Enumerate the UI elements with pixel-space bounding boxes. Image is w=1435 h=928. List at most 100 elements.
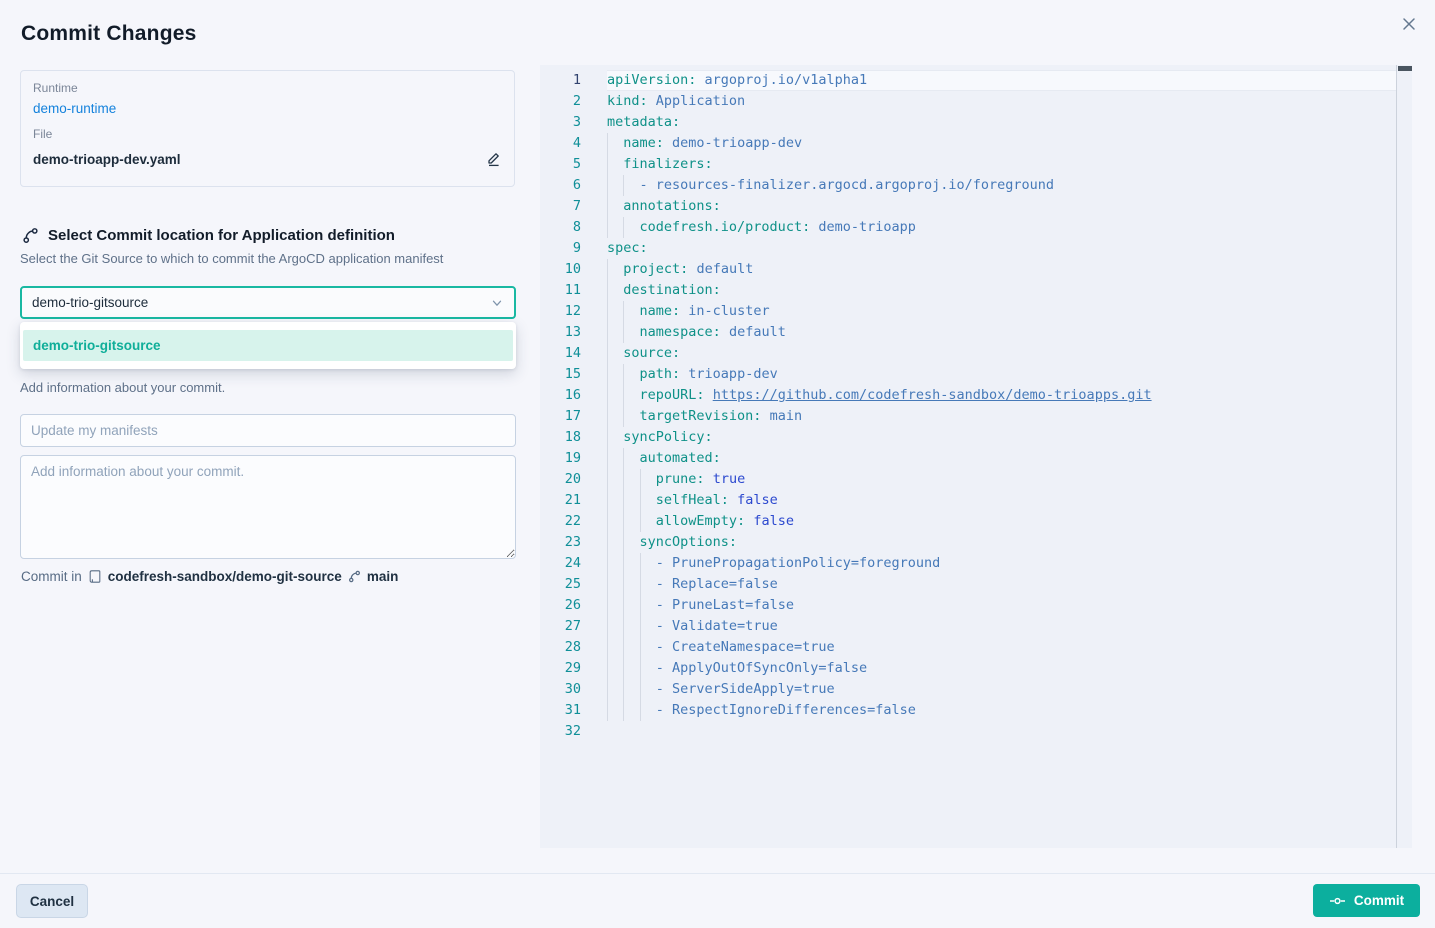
code-line[interactable]: 29 - ApplyOutOfSyncOnly=false [540,658,1396,679]
commit-in-row: Commit in codefresh-sandbox/demo-git-sou… [21,569,398,584]
line-number: 9 [540,238,581,259]
code-line[interactable]: 10 project: default [540,259,1396,280]
line-content: syncPolicy: [607,427,1396,448]
code-line[interactable]: 14 source: [540,343,1396,364]
code-line[interactable]: 28 - CreateNamespace=true [540,637,1396,658]
line-number: 12 [540,301,581,322]
code-line[interactable]: 13 namespace: default [540,322,1396,343]
git-source-select[interactable]: demo-trio-gitsource [20,286,516,319]
line-content: allowEmpty: false [607,511,1396,532]
git-source-option[interactable]: demo-trio-gitsource [23,330,513,361]
line-content: annotations: [607,196,1396,217]
line-content: destination: [607,280,1396,301]
commit-button[interactable]: Commit [1313,884,1420,917]
line-content: name: demo-trioapp-dev [607,133,1396,154]
line-number: 30 [540,679,581,700]
code-line[interactable]: 20 prune: true [540,469,1396,490]
git-source-dropdown: demo-trio-gitsource [20,322,516,369]
code-line[interactable]: 2 kind: Application [540,91,1396,112]
commit-location-heading: Select Commit location for Application d… [22,227,395,244]
line-content: spec: [607,238,1396,259]
line-content: - PrunePropagationPolicy=foreground [607,553,1396,574]
code-line[interactable]: 9 spec: [540,238,1396,259]
file-label: File [33,127,502,142]
file-name: demo-trioapp-dev.yaml [33,152,181,167]
line-number: 20 [540,469,581,490]
code-line[interactable]: 15 path: trioapp-dev [540,364,1396,385]
line-number: 5 [540,154,581,175]
line-number: 2 [540,91,581,112]
line-content: codefresh.io/product: demo-trioapp [607,217,1396,238]
line-content: - Replace=false [607,574,1396,595]
line-content: syncOptions: [607,532,1396,553]
code-line[interactable]: 11 destination: [540,280,1396,301]
yaml-editor[interactable]: 1 apiVersion: argoproj.io/v1alpha1 2 kind: … [540,65,1412,848]
line-content: namespace: default [607,322,1396,343]
code-line[interactable]: 4 name: demo-trioapp-dev [540,133,1396,154]
commit-location-description: Select the Git Source to which to commit… [20,251,443,266]
git-commit-icon [1329,893,1346,909]
line-number: 4 [540,133,581,154]
code-line[interactable]: 1 apiVersion: argoproj.io/v1alpha1 [540,70,1396,91]
line-content: - Validate=true [607,616,1396,637]
line-number: 25 [540,574,581,595]
git-branch-icon [348,570,361,583]
commit-in-repo: codefresh-sandbox/demo-git-source [108,569,342,584]
line-content: automated: [607,448,1396,469]
commit-in-branch: main [367,569,399,584]
code-line[interactable]: 16 repoURL: https://github.com/codefresh… [540,385,1396,406]
line-content: - PruneLast=false [607,595,1396,616]
line-content [607,721,1396,742]
code-line[interactable]: 5 finalizers: [540,154,1396,175]
code-line[interactable]: 27 - Validate=true [540,616,1396,637]
line-number: 26 [540,595,581,616]
code-line[interactable]: 19 automated: [540,448,1396,469]
code-line[interactable]: 24 - PrunePropagationPolicy=foreground [540,553,1396,574]
code-line[interactable]: 6 - resources-finalizer.argocd.argoproj.… [540,175,1396,196]
line-number: 15 [540,364,581,385]
code-line[interactable]: 32 [540,721,1396,742]
code-line[interactable]: 12 name: in-cluster [540,301,1396,322]
code-line[interactable]: 3metadata: [540,112,1396,133]
line-number: 23 [540,532,581,553]
line-content: - CreateNamespace=true [607,637,1396,658]
line-number: 28 [540,637,581,658]
line-content: kind: Application [607,91,1396,112]
code-line[interactable]: 7 annotations: [540,196,1396,217]
close-icon[interactable] [1398,13,1420,35]
runtime-link[interactable]: demo-runtime [33,100,116,117]
code-line[interactable]: 8 codefresh.io/product: demo-trioapp [540,217,1396,238]
line-number: 13 [540,322,581,343]
commit-message-title-input[interactable] [20,414,516,447]
code-line[interactable]: 22 allowEmpty: false [540,511,1396,532]
line-content: apiVersion: argoproj.io/v1alpha1 [607,70,1396,91]
line-number: 1 [540,70,581,91]
line-content: path: trioapp-dev [607,364,1396,385]
line-content: project: default [607,259,1396,280]
code-line[interactable]: 23 syncOptions: [540,532,1396,553]
scrollbar-thumb[interactable] [1398,66,1412,71]
line-content: - resources-finalizer.argocd.argoproj.io… [607,175,1396,196]
page-title: Commit Changes [21,22,197,46]
line-content: prune: true [607,469,1396,490]
code-line[interactable]: 17 targetRevision: main [540,406,1396,427]
git-source-select-value: demo-trio-gitsource [32,295,148,310]
commit-in-label: Commit in [21,569,82,584]
code-line[interactable]: 25 - Replace=false [540,574,1396,595]
line-content: name: in-cluster [607,301,1396,322]
line-content: metadata: [607,112,1396,133]
commit-message-body-input[interactable] [20,455,516,559]
line-number: 31 [540,700,581,721]
code-line[interactable]: 30 - ServerSideApply=true [540,679,1396,700]
code-line[interactable]: 18 syncPolicy: [540,427,1396,448]
chevron-down-icon [490,296,504,310]
line-number: 10 [540,259,581,280]
code-line[interactable]: 31 - RespectIgnoreDifferences=false [540,700,1396,721]
code-line[interactable]: 21 selfHeal: false [540,490,1396,511]
code-line[interactable]: 26 - PruneLast=false [540,595,1396,616]
line-content: - ServerSideApply=true [607,679,1396,700]
line-content: - RespectIgnoreDifferences=false [607,700,1396,721]
edit-file-icon[interactable] [484,150,502,168]
cancel-button[interactable]: Cancel [16,884,88,918]
line-number: 32 [540,721,581,742]
